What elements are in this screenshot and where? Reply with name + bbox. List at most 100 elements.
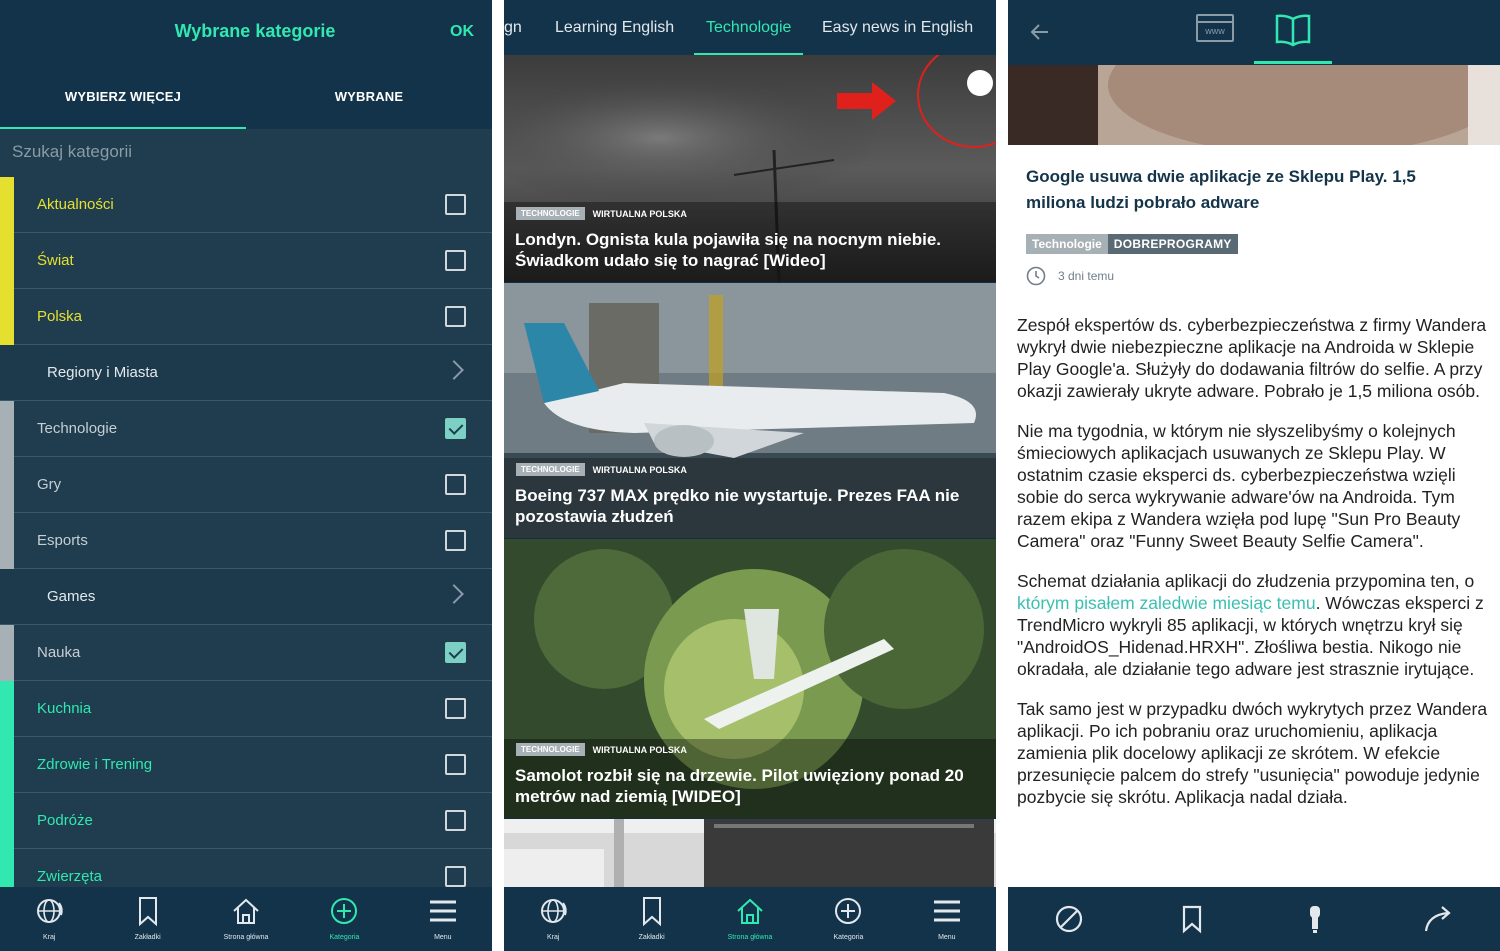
article-card[interactable]: TECHNOLOGIE WIRTUALNA POLSKA Boeing 737 … xyxy=(504,283,996,538)
nav-item-home[interactable]: Strona główna xyxy=(197,887,295,951)
category-label: Nauka xyxy=(37,644,81,661)
category-checkbox[interactable] xyxy=(445,698,466,719)
nav-item-globe[interactable]: Kraj xyxy=(504,887,602,951)
category-checkbox[interactable] xyxy=(445,810,466,831)
www-label: www xyxy=(1205,26,1225,36)
article-card[interactable] xyxy=(504,819,996,889)
reader-book-icon[interactable] xyxy=(1274,13,1312,47)
source-label: WIRTUALNA POLSKA xyxy=(592,744,687,755)
article-title: Samolot rozbił się na drzewie. Pilot uwi… xyxy=(515,766,964,806)
plus-circle-icon xyxy=(331,898,358,924)
ok-button[interactable]: OK xyxy=(450,23,474,41)
inline-link[interactable]: którym pisałem zaledwie miesiąc temu xyxy=(1017,593,1316,613)
bookmark-icon[interactable] xyxy=(1176,903,1208,935)
nav-item-menu[interactable]: Menu xyxy=(394,887,492,951)
category-row[interactable]: Gry xyxy=(0,457,492,513)
chevron-right-icon xyxy=(444,584,464,604)
category-group-bar xyxy=(0,401,14,457)
menu-icon xyxy=(933,900,960,922)
search-category-input[interactable]: Szukaj kategorii xyxy=(12,142,132,162)
category-tabs: WYBIERZ WIĘCEJ WYBRANE xyxy=(0,65,492,129)
category-group-bar xyxy=(0,681,14,737)
category-row[interactable]: Esports xyxy=(0,513,492,569)
tab-technologie[interactable]: Technologie xyxy=(693,0,804,55)
category-group-bar xyxy=(0,233,14,289)
category-checkbox[interactable] xyxy=(445,866,466,887)
category-checkbox[interactable] xyxy=(445,306,466,327)
category-submenu-row[interactable]: Games xyxy=(0,569,492,625)
nav-item-menu[interactable]: Menu xyxy=(898,887,996,951)
nav-label: Kraj xyxy=(546,934,560,941)
bookmark-icon xyxy=(138,897,157,927)
bottom-nav: Kraj Zakładki Strona główna Kategoria Menu xyxy=(504,887,996,951)
article-badges: Technologie DOBREPROGRAMY xyxy=(1026,234,1238,254)
category-tab-bar: gn Learning English Technologie Easy new… xyxy=(504,0,996,55)
category-row[interactable]: Aktualności xyxy=(0,177,492,233)
screen-title: Wybrane kategorie xyxy=(174,21,336,41)
category-row[interactable]: Kuchnia xyxy=(0,681,492,737)
nav-label: Strona główna xyxy=(223,934,269,941)
nav-label: Kraj xyxy=(42,934,56,941)
category-badge: TECHNOLOGIE xyxy=(516,207,585,220)
nav-item-bookmark[interactable]: Zakładki xyxy=(602,887,700,951)
nav-item-plus-circle[interactable]: Kategoria xyxy=(799,887,897,951)
article-meta: TECHNOLOGIE WIRTUALNA POLSKA xyxy=(516,207,687,220)
nav-item-plus-circle[interactable]: Kategoria xyxy=(295,887,393,951)
category-row[interactable]: Technologie xyxy=(0,401,492,457)
category-checkbox[interactable] xyxy=(445,642,466,663)
tab-selected[interactable]: WYBRANE xyxy=(246,65,492,129)
category-label: Kuchnia xyxy=(37,700,92,717)
category-checkbox[interactable] xyxy=(445,250,466,271)
article-meta: TECHNOLOGIE WIRTUALNA POLSKA xyxy=(516,743,687,756)
globe-icon xyxy=(37,899,63,923)
article-title: Londyn. Ognista kula pojawiła się na noc… xyxy=(515,230,942,270)
nav-item-globe[interactable]: Kraj xyxy=(0,887,98,951)
category-row[interactable]: Zdrowie i Trening xyxy=(0,737,492,793)
category-group-bar xyxy=(0,513,14,569)
category-badge: TECHNOLOGIE xyxy=(516,743,585,756)
category-submenu-row[interactable]: Regiony i Miasta xyxy=(0,345,492,401)
category-label: Regiony i Miasta xyxy=(47,364,158,381)
tab-choose-more[interactable]: WYBIERZ WIĘCEJ xyxy=(0,65,246,129)
nav-item-bookmark[interactable]: Zakładki xyxy=(98,887,196,951)
category-chooser-screen: Wybrane kategorie OK WYBIERZ WIĘCEJ WYBR… xyxy=(0,0,492,951)
clock-icon xyxy=(1026,266,1046,286)
category-label: Technologie xyxy=(37,420,118,437)
article-card[interactable]: TECHNOLOGIE WIRTUALNA POLSKA Londyn. Ogn… xyxy=(504,55,996,282)
share-arrow-icon[interactable] xyxy=(1422,903,1454,935)
category-checkbox[interactable] xyxy=(445,418,466,439)
paragraph: Zespół ekspertów ds. cyberbezpieczeństwa… xyxy=(1017,315,1487,401)
tab-partial[interactable]: gn xyxy=(504,0,522,55)
article-meta: TECHNOLOGIE WIRTUALNA POLSKA xyxy=(516,463,687,476)
category-badge[interactable]: Technologie xyxy=(1026,234,1108,254)
category-group-bar xyxy=(0,793,14,849)
nav-label: Zakładki xyxy=(134,934,161,941)
category-checkbox[interactable] xyxy=(445,754,466,775)
category-row[interactable]: Polska xyxy=(0,289,492,345)
nav-label: Menu xyxy=(434,934,452,941)
category-checkbox[interactable] xyxy=(445,474,466,495)
flashlight-icon[interactable] xyxy=(1299,903,1331,935)
article-card[interactable]: TECHNOLOGIE WIRTUALNA POLSKA Samolot roz… xyxy=(504,539,996,818)
menu-icon xyxy=(429,900,456,922)
category-label: Aktualności xyxy=(37,196,114,213)
source-badge[interactable]: DOBREPROGRAMY xyxy=(1107,234,1238,254)
block-icon[interactable] xyxy=(1053,903,1085,935)
category-checkbox[interactable] xyxy=(445,530,466,551)
category-checkbox[interactable] xyxy=(445,194,466,215)
tab-learning-english[interactable]: Learning English xyxy=(555,0,674,55)
category-row[interactable]: Świat xyxy=(0,233,492,289)
top-bar: Wybrane kategorie OK xyxy=(0,0,492,65)
back-arrow-icon[interactable] xyxy=(1028,20,1052,44)
category-group-bar xyxy=(0,457,14,513)
nav-label: Strona główna xyxy=(727,934,773,941)
tab-easy-news[interactable]: Easy news in English xyxy=(822,0,973,55)
nav-label: Kategoria xyxy=(329,934,360,941)
top-bar: www xyxy=(1008,0,1500,65)
nav-label: Menu xyxy=(938,934,956,941)
www-view-button[interactable]: www xyxy=(1196,14,1234,42)
category-label: Gry xyxy=(37,476,62,493)
category-row[interactable]: Nauka xyxy=(0,625,492,681)
nav-item-home[interactable]: Strona główna xyxy=(701,887,799,951)
category-row[interactable]: Podróże xyxy=(0,793,492,849)
